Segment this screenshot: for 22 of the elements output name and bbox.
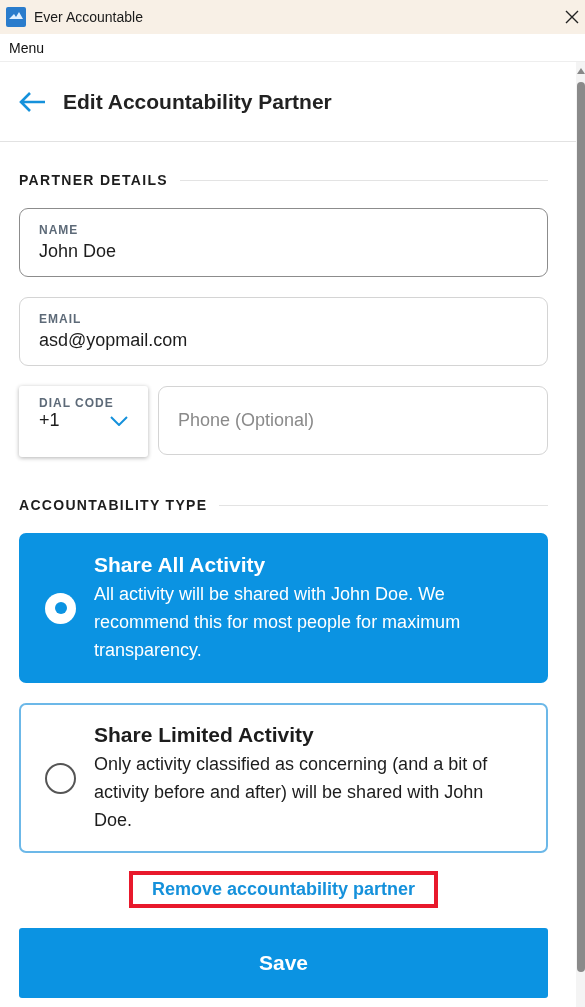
back-arrow-icon[interactable] [18, 90, 46, 113]
chevron-down-icon [110, 415, 128, 426]
scroll-up-icon[interactable] [576, 68, 585, 74]
option-description: All activity will be shared with John Doe. We recommend this for most people for maximum transparency. [94, 582, 462, 662]
email-field[interactable]: EMAIL asd@yopmail.com [19, 297, 548, 366]
option-card[interactable]: Share Limited Activity Only activity classified as concerning (and a bit of activity before and after) will be shared with John Doe. [19, 703, 548, 853]
app-logo-icon [6, 7, 26, 27]
radio-button[interactable] [45, 592, 76, 624]
section-heading: ACCOUNTABILITY TYPE [19, 497, 208, 513]
close-icon[interactable] [565, 10, 579, 24]
option-title: Share All Activity [94, 552, 267, 577]
dial-code-dropdown[interactable]: DIAL CODE +1 [19, 386, 148, 457]
scrollbar-thumb[interactable] [576, 82, 585, 972]
menu-item[interactable]: Menu [9, 39, 45, 56]
name-field[interactable]: NAME John Doe [19, 208, 548, 277]
page-title: Edit Accountability Partner [63, 89, 332, 114]
option-title: Share Limited Activity [94, 722, 315, 747]
radio-button[interactable] [45, 762, 76, 794]
phone-field[interactable]: Phone (Optional) [158, 386, 548, 455]
option-description: Only activity classified as concerning (and a bit of activity before and after) will be shared with John Doe. [94, 752, 489, 832]
section-heading: PARTNER DETAILS [19, 172, 168, 188]
window-title: Ever Accountable [34, 9, 144, 25]
